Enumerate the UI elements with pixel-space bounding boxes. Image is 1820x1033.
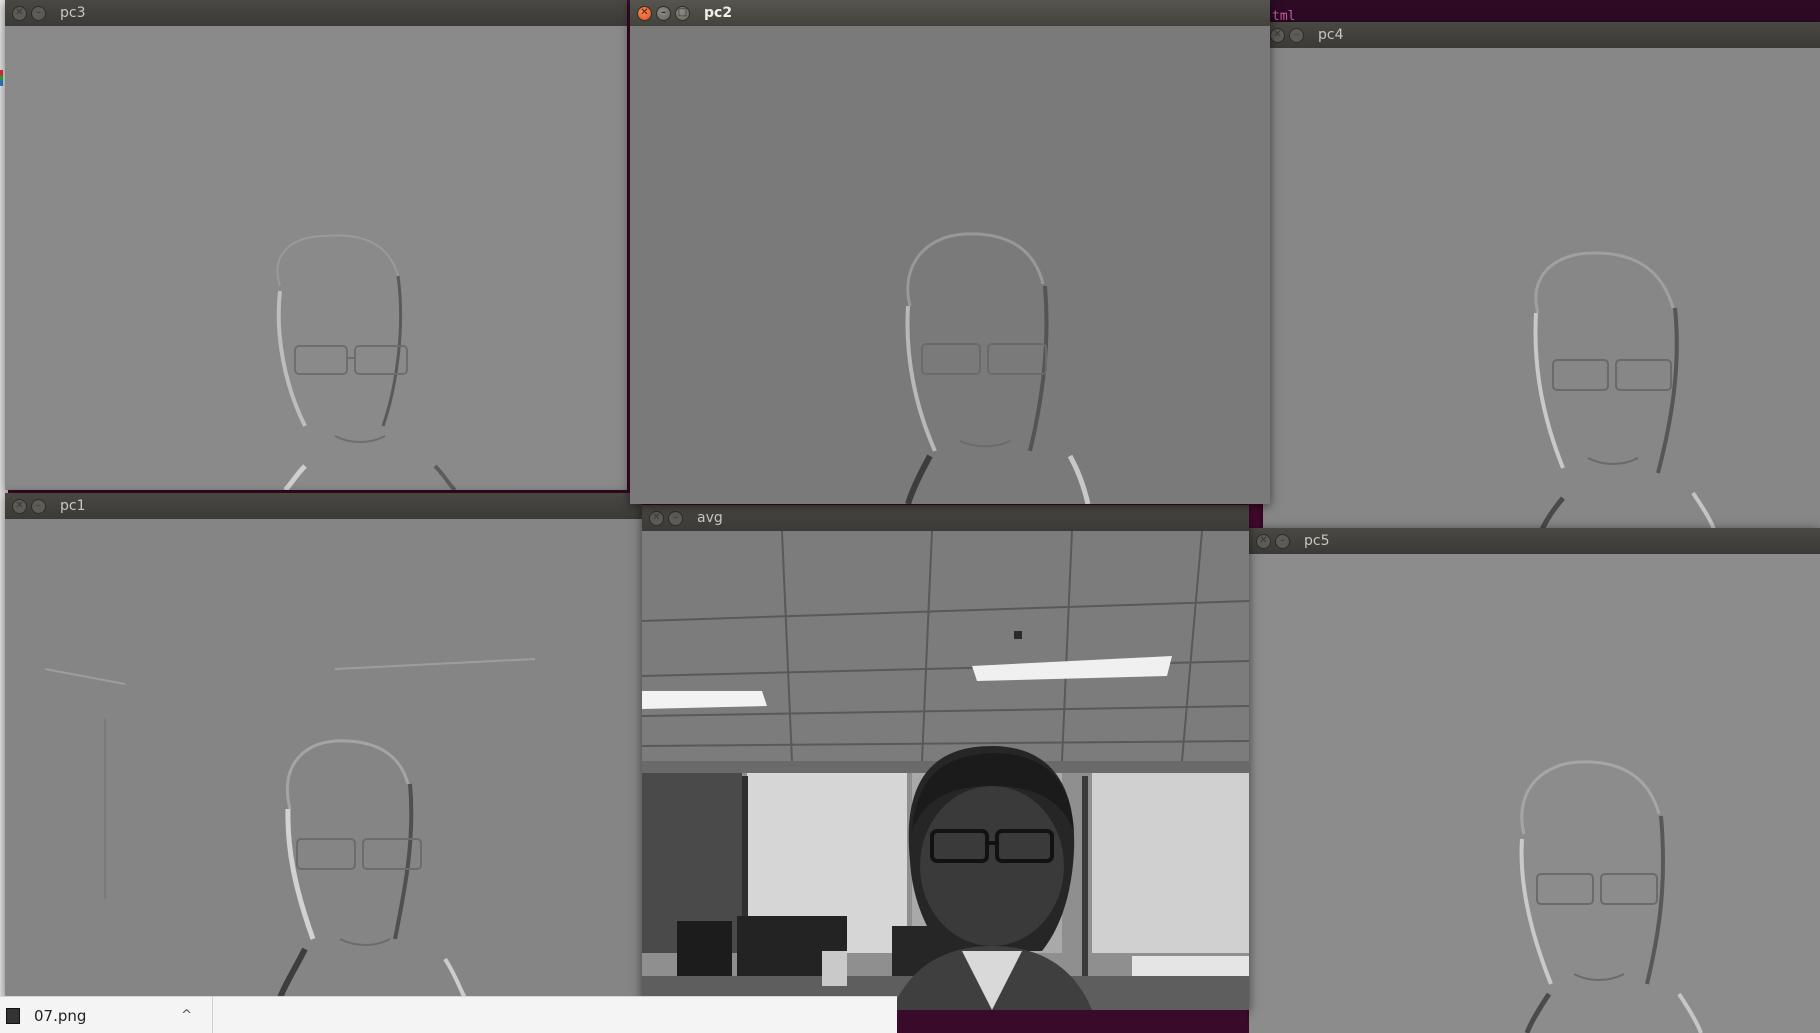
image-pc2 — [630, 26, 1270, 504]
close-icon[interactable]: ✕ — [1270, 27, 1285, 43]
window-title: pc5 — [1304, 533, 1330, 549]
window-title: pc1 — [60, 498, 86, 514]
image-pc5 — [1249, 554, 1820, 1033]
close-icon[interactable]: ✕ — [12, 498, 27, 514]
close-icon[interactable]: ✕ — [1256, 533, 1271, 549]
color-marker-icon — [0, 70, 3, 86]
titlebar-pc1[interactable]: ✕ – pc1 — [5, 493, 642, 519]
titlebar-avg[interactable]: ✕ – avg — [642, 505, 1249, 531]
window-title: avg — [697, 510, 723, 526]
titlebar-pc4[interactable]: ✕ – pc4 — [1263, 22, 1820, 48]
download-file-name: 07.png — [34, 1006, 87, 1025]
close-icon[interactable]: ✕ — [637, 5, 652, 21]
close-icon[interactable]: ✕ — [12, 5, 27, 21]
close-icon[interactable]: ✕ — [649, 510, 664, 526]
minimize-icon[interactable]: – — [656, 5, 671, 21]
chevron-up-icon[interactable]: ^ — [181, 1008, 192, 1023]
titlebar-pc5[interactable]: ✕ – pc5 — [1249, 528, 1820, 554]
minimize-icon[interactable]: – — [668, 510, 683, 526]
desktop-strip — [897, 1010, 1247, 1033]
window-title: pc4 — [1318, 27, 1344, 43]
minimize-icon[interactable]: – — [1289, 27, 1304, 43]
titlebar-pc3[interactable]: ✕ – pc3 — [5, 0, 627, 26]
image-pc1 — [5, 519, 642, 998]
window-pc1[interactable]: ✕ – pc1 — [5, 493, 642, 998]
file-icon — [6, 1007, 20, 1024]
desktop: tml ✕ – pc3 ✕ – pc1 ✕ – pc4 ✕ – pc5 ✕ – … — [0, 0, 1820, 1033]
window-title: pc2 — [704, 5, 733, 21]
minimize-icon[interactable]: – — [31, 498, 46, 514]
window-pc2[interactable]: ✕ – □ pc2 — [630, 0, 1270, 504]
image-avg — [642, 531, 1249, 1010]
image-pc4 — [1263, 48, 1820, 532]
download-item[interactable]: 07.png ^ — [0, 997, 213, 1033]
image-pc3 — [5, 26, 627, 490]
window-avg[interactable]: ✕ – avg — [642, 505, 1249, 1010]
window-pc4[interactable]: ✕ – pc4 — [1263, 22, 1820, 532]
minimize-icon[interactable]: – — [31, 5, 46, 21]
titlebar-pc2[interactable]: ✕ – □ pc2 — [630, 0, 1270, 26]
minimize-icon[interactable]: – — [1275, 533, 1290, 549]
window-title: pc3 — [60, 5, 86, 21]
window-pc3[interactable]: ✕ – pc3 — [5, 0, 627, 490]
window-pc5[interactable]: ✕ – pc5 — [1249, 528, 1820, 1033]
download-bar: 07.png ^ — [0, 996, 897, 1033]
maximize-icon[interactable]: □ — [675, 5, 690, 21]
